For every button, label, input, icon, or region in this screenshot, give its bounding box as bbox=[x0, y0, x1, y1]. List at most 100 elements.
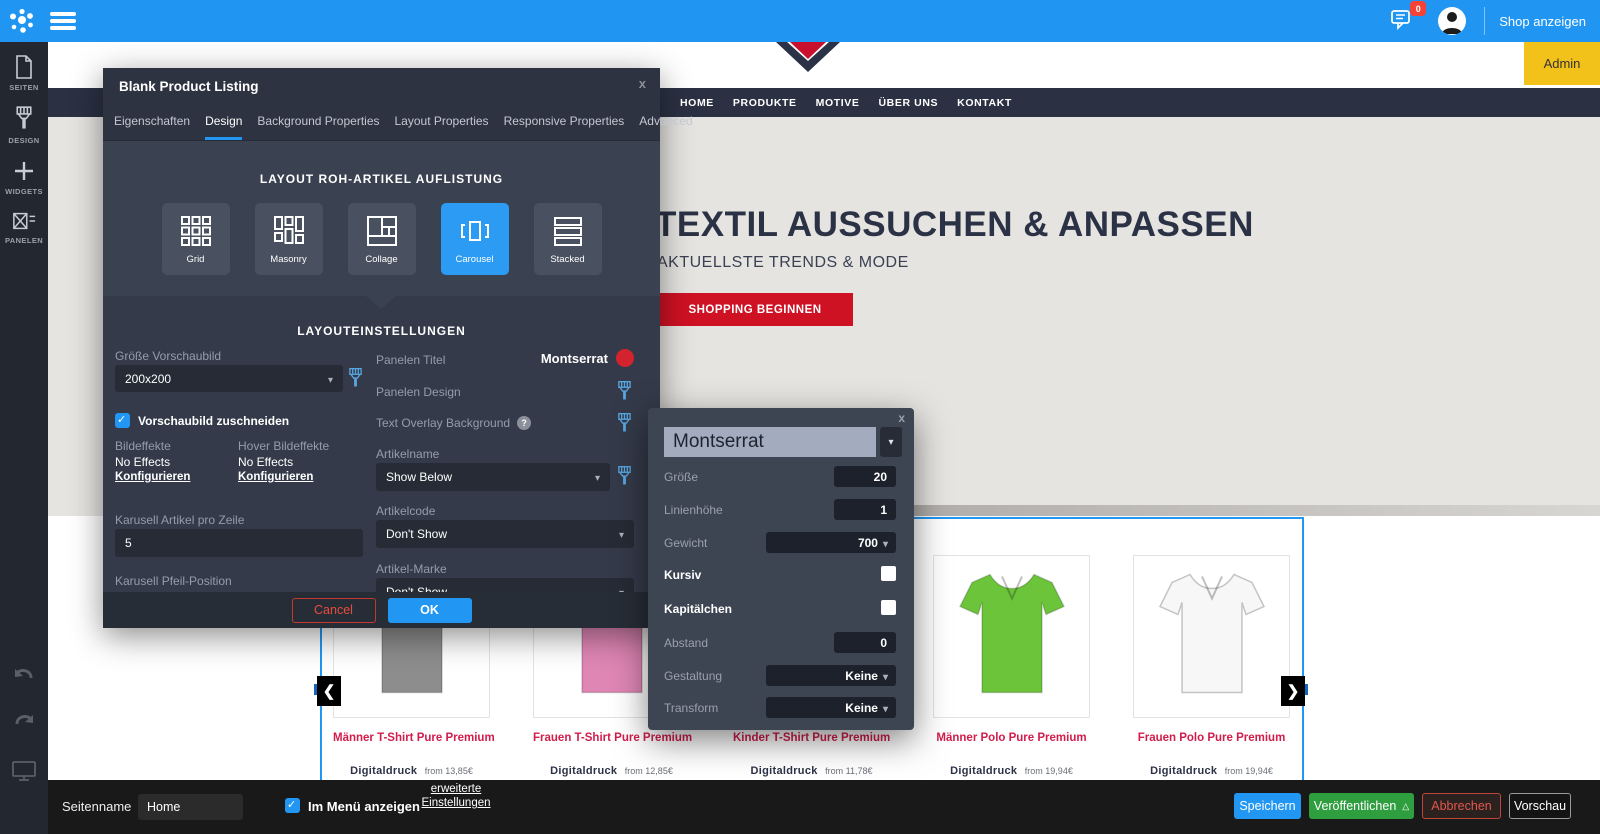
help-icon[interactable]: ? bbox=[517, 416, 531, 430]
publish-button[interactable]: Veröffentlichen △ bbox=[1309, 793, 1414, 819]
product-image bbox=[1133, 555, 1290, 718]
items-per-row-input[interactable]: 5 bbox=[115, 529, 363, 557]
nav-item-motive[interactable]: MOTIVE bbox=[816, 97, 860, 109]
article-name-brush-icon[interactable] bbox=[617, 465, 632, 488]
effects-label: Bildeffekte bbox=[115, 439, 171, 453]
product-name[interactable]: Kinder T-Shirt Pure Premium bbox=[733, 732, 890, 744]
nav-item-kontakt[interactable]: KONTAKT bbox=[957, 97, 1012, 109]
layout-option-collage[interactable]: Collage bbox=[348, 203, 416, 275]
builder-logo-icon[interactable] bbox=[8, 7, 36, 35]
tab-background-properties[interactable]: Background Properties bbox=[257, 105, 379, 140]
advanced-settings-link[interactable]: erweiterte Einstellungen bbox=[408, 782, 504, 810]
text-overlay-brush-icon[interactable] bbox=[617, 412, 632, 435]
page-icon bbox=[13, 55, 35, 79]
tab-advanced[interactable]: Advanced bbox=[639, 105, 692, 140]
advanced-settings-line2: Einstellungen bbox=[421, 797, 490, 809]
configure-effects-link[interactable]: Konfigurieren bbox=[115, 471, 190, 483]
article-code-value: Don't Show bbox=[386, 527, 619, 541]
price-from: from 11,78€ bbox=[825, 766, 872, 776]
menu-icon[interactable] bbox=[50, 12, 76, 30]
style-brush-icon[interactable] bbox=[348, 367, 363, 390]
article-code-select[interactable]: Don't Show bbox=[376, 520, 634, 548]
ok-button[interactable]: OK bbox=[388, 598, 472, 623]
font-family-dropdown-button[interactable] bbox=[880, 427, 902, 457]
weight-select[interactable]: 700 bbox=[766, 532, 896, 553]
editor-sidebar: SEITEN DESIGN WIDGETS bbox=[0, 42, 48, 834]
items-per-row-label: Karusell Artikel pro Zeile bbox=[115, 513, 244, 527]
italic-label: Kursiv bbox=[664, 568, 701, 582]
caret-down-icon bbox=[619, 527, 624, 541]
nav-item-produkte[interactable]: PRODUKTE bbox=[733, 97, 797, 109]
crop-checkbox[interactable] bbox=[115, 413, 130, 428]
tab-design[interactable]: Design bbox=[205, 105, 242, 140]
device-preview-icon[interactable] bbox=[11, 760, 37, 782]
small-caps-label: Kapitälchen bbox=[664, 602, 732, 616]
advanced-settings-line1: erweiterte bbox=[431, 783, 482, 795]
page-name-input[interactable]: Home bbox=[138, 794, 243, 820]
layout-option-carousel[interactable]: Carousel bbox=[441, 203, 509, 275]
size-input[interactable]: 20 bbox=[834, 466, 896, 487]
configure-hover-effects-link[interactable]: Konfigurieren bbox=[238, 471, 313, 483]
product-name[interactable]: Männer Polo Pure Premium bbox=[933, 732, 1090, 744]
panel-title-font-value[interactable]: Montserrat bbox=[541, 351, 608, 366]
layout-option-grid[interactable]: Grid bbox=[162, 203, 230, 275]
size-label: Größe bbox=[664, 470, 698, 484]
cancel-button[interactable]: Cancel bbox=[292, 598, 376, 623]
product-card[interactable]: Frauen Polo Pure Premium Digitaldruck fr… bbox=[1133, 555, 1290, 779]
dialog-title: Blank Product Listing bbox=[119, 79, 259, 94]
font-family-select[interactable]: Montserrat bbox=[664, 427, 876, 457]
person-icon bbox=[1438, 7, 1466, 35]
shop-anzeigen-link[interactable]: Shop anzeigen bbox=[1485, 0, 1600, 42]
sidebar-item-seiten[interactable]: SEITEN bbox=[0, 55, 48, 92]
product-name[interactable]: Männer T-Shirt Pure Premium bbox=[333, 732, 490, 744]
save-button[interactable]: Speichern bbox=[1234, 793, 1301, 819]
font-color-swatch[interactable] bbox=[616, 349, 634, 367]
show-in-menu-checkbox[interactable] bbox=[285, 798, 300, 813]
sidebar-item-panelen[interactable]: PANELEN bbox=[0, 210, 48, 245]
admin-tab[interactable]: Admin bbox=[1524, 42, 1600, 85]
thumb-size-select[interactable]: 200x200 bbox=[115, 365, 343, 392]
product-price: Digitaldruck from 19,94€ bbox=[1133, 761, 1290, 779]
product-name[interactable]: Frauen Polo Pure Premium bbox=[1133, 732, 1290, 744]
panel-title-label: Panelen Titel bbox=[376, 353, 445, 367]
transform-value: Keine bbox=[845, 701, 878, 715]
panel-design-brush-icon[interactable] bbox=[617, 380, 632, 403]
dialog-header[interactable]: Blank Product Listing x bbox=[103, 68, 660, 105]
nav-item-ueber-uns[interactable]: ÜBER UNS bbox=[879, 97, 939, 109]
tab-responsive-properties[interactable]: Responsive Properties bbox=[504, 105, 625, 140]
transform-label: Transform bbox=[664, 701, 718, 715]
product-card[interactable]: Männer Polo Pure Premium Digitaldruck fr… bbox=[933, 555, 1090, 779]
notifications-button[interactable]: 0 bbox=[1390, 8, 1420, 34]
carousel-prev-button[interactable]: ❮ bbox=[317, 676, 341, 706]
italic-checkbox[interactable] bbox=[881, 566, 896, 581]
close-icon[interactable]: x bbox=[639, 76, 646, 91]
sidebar-item-widgets[interactable]: WIDGETS bbox=[0, 159, 48, 196]
spacing-input[interactable]: 0 bbox=[834, 632, 896, 653]
hover-effects-value: No Effects bbox=[238, 455, 293, 469]
tab-layout-properties[interactable]: Layout Properties bbox=[395, 105, 489, 140]
caret-down-icon bbox=[883, 669, 888, 683]
sidebar-item-label: WIDGETS bbox=[5, 187, 43, 196]
small-caps-checkbox[interactable] bbox=[881, 600, 896, 615]
abort-button[interactable]: Abbrechen bbox=[1422, 793, 1501, 819]
shopping-beginnen-button[interactable]: SHOPPING BEGINNEN bbox=[657, 293, 853, 326]
close-icon[interactable]: x bbox=[898, 411, 905, 425]
preview-button[interactable]: Vorschau bbox=[1509, 793, 1571, 819]
decoration-select[interactable]: Keine bbox=[766, 665, 896, 686]
line-height-input[interactable]: 1 bbox=[834, 499, 896, 520]
carousel-next-button[interactable]: ❯ bbox=[1281, 676, 1305, 706]
product-name[interactable]: Frauen T-Shirt Pure Premium bbox=[533, 732, 690, 744]
plus-icon bbox=[12, 159, 36, 183]
undo-icon[interactable] bbox=[12, 668, 36, 688]
sidebar-item-design[interactable]: DESIGN bbox=[0, 106, 48, 145]
layout-option-stacked[interactable]: Stacked bbox=[534, 203, 602, 275]
user-avatar[interactable] bbox=[1438, 7, 1466, 35]
redo-icon[interactable] bbox=[12, 714, 36, 734]
shirt-shape bbox=[1160, 575, 1264, 693]
layout-option-masonry[interactable]: Masonry bbox=[255, 203, 323, 275]
publish-label: Veröffentlichen bbox=[1314, 799, 1396, 813]
product-image bbox=[933, 555, 1090, 718]
tab-eigenschaften[interactable]: Eigenschaften bbox=[114, 105, 190, 140]
transform-select[interactable]: Keine bbox=[766, 697, 896, 718]
article-name-select[interactable]: Show Below bbox=[376, 463, 610, 491]
